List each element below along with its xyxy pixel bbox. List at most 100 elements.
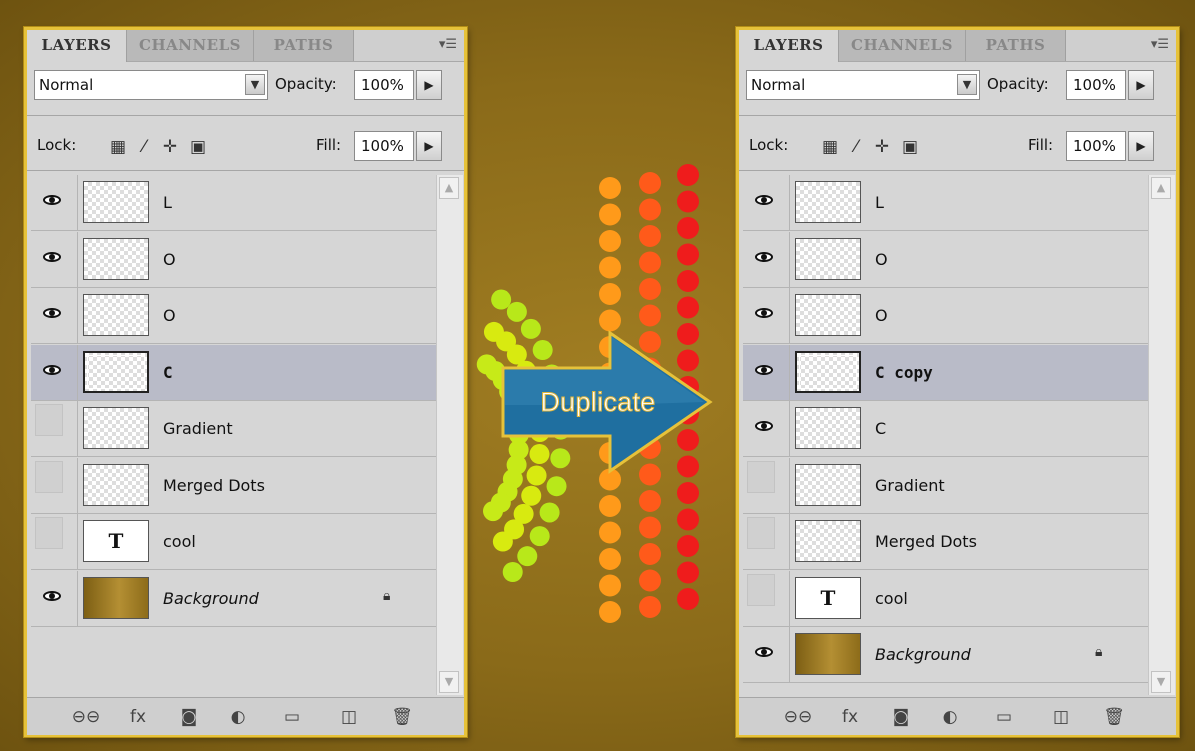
eye-icon: [755, 364, 773, 375]
layer-row[interactable]: C: [743, 401, 1149, 457]
chevron-down-icon[interactable]: ▼: [245, 74, 265, 95]
layer-row[interactable]: O: [743, 231, 1149, 288]
tab-layers[interactable]: LAYERS: [739, 30, 839, 62]
decor-dot: [521, 485, 542, 506]
opacity-field[interactable]: 100%: [354, 70, 414, 100]
layers-panel-before: LAYERS CHANNELS PATHS ▾☰ Normal ▼ Opacity: 10…: [24, 27, 467, 737]
fill-slider-button[interactable]: ▶: [416, 131, 442, 161]
layer-style-icon[interactable]: fx: [835, 706, 865, 728]
visibility-toggle[interactable]: [749, 355, 779, 385]
visibility-toggle-empty[interactable]: [747, 573, 775, 606]
layer-row[interactable]: L: [743, 175, 1149, 231]
visibility-toggle[interactable]: [749, 637, 779, 667]
lock-icon: 🔒︎: [383, 587, 391, 604]
layer-mask-icon[interactable]: ◙: [886, 706, 916, 728]
visibility-toggle[interactable]: [37, 242, 67, 272]
layer-row[interactable]: Background 🔒︎: [31, 570, 437, 627]
new-group-icon[interactable]: ▭: [989, 706, 1019, 728]
layer-mask-icon[interactable]: ◙: [174, 706, 204, 728]
link-layers-icon[interactable]: ⊖⊖: [71, 706, 101, 728]
lock-image-pixels-icon[interactable]: ⁄: [133, 136, 155, 158]
layer-row[interactable]: O: [743, 288, 1149, 344]
opacity-slider-button[interactable]: ▶: [416, 70, 442, 100]
adjustment-layer-icon[interactable]: ◐: [223, 706, 253, 728]
chevron-down-icon[interactable]: ▼: [957, 74, 977, 95]
blend-mode-select[interactable]: Normal ▼: [746, 70, 980, 100]
lock-transparent-pixels-icon[interactable]: ▦: [819, 136, 841, 158]
adjustment-layer-icon[interactable]: ◐: [935, 706, 965, 728]
new-layer-icon[interactable]: ◫: [1046, 706, 1076, 728]
visibility-toggle[interactable]: [749, 242, 779, 272]
layer-name: O: [875, 249, 888, 269]
layer-row[interactable]: C copy: [743, 344, 1149, 401]
visibility-toggle[interactable]: [37, 355, 67, 385]
layer-row[interactable]: Merged Dots: [31, 457, 437, 514]
layer-list-scrollbar[interactable]: ▲ ▼: [1148, 175, 1175, 695]
lock-all-icon[interactable]: ▣: [187, 136, 209, 158]
lock-all-icon[interactable]: ▣: [899, 136, 921, 158]
panel-menu-icon[interactable]: ▾☰: [438, 37, 458, 53]
layer-row[interactable]: Tcool: [31, 514, 437, 570]
new-group-icon[interactable]: ▭: [277, 706, 307, 728]
layer-row[interactable]: L: [31, 175, 437, 231]
tab-layers[interactable]: LAYERS: [27, 30, 127, 62]
delete-layer-icon[interactable]: 🗑: [387, 706, 417, 728]
visibility-toggle[interactable]: [37, 298, 67, 328]
lock-image-pixels-icon[interactable]: ⁄: [845, 136, 867, 158]
opacity-slider-button[interactable]: ▶: [1128, 70, 1154, 100]
scroll-down-icon[interactable]: ▼: [1151, 671, 1171, 693]
visibility-toggle-empty[interactable]: [747, 460, 775, 493]
decor-dot: [677, 190, 699, 213]
link-layers-icon[interactable]: ⊖⊖: [783, 706, 813, 728]
visibility-toggle-empty[interactable]: [747, 517, 775, 549]
visibility-toggle[interactable]: [37, 581, 67, 611]
lock-transparent-pixels-icon[interactable]: ▦: [107, 136, 129, 158]
tab-channels[interactable]: CHANNELS: [127, 30, 254, 61]
layer-thumbnail: [83, 237, 149, 280]
layer-row[interactable]: C: [31, 344, 437, 401]
fill-field[interactable]: 100%: [354, 131, 414, 161]
visibility-toggle[interactable]: [749, 185, 779, 215]
fill-field[interactable]: 100%: [1066, 131, 1126, 161]
fill-slider-button[interactable]: ▶: [1128, 131, 1154, 161]
layer-style-icon[interactable]: fx: [123, 706, 153, 728]
visibility-toggle[interactable]: [749, 411, 779, 441]
layer-row[interactable]: Gradient: [743, 457, 1149, 514]
lock-position-icon[interactable]: ✛: [159, 136, 181, 158]
tab-paths[interactable]: PATHS: [966, 30, 1066, 61]
scroll-up-icon[interactable]: ▲: [1151, 177, 1171, 199]
blend-mode-select[interactable]: Normal ▼: [34, 70, 268, 100]
divider: [789, 344, 790, 400]
tab-paths[interactable]: PATHS: [254, 30, 354, 61]
scroll-up-icon[interactable]: ▲: [439, 177, 459, 199]
layer-row[interactable]: O: [31, 231, 437, 288]
visibility-toggle-empty[interactable]: [35, 404, 63, 436]
layer-row[interactable]: Background 🔒︎: [743, 627, 1149, 683]
eye-icon: [43, 251, 61, 262]
layer-name: Gradient: [875, 475, 945, 495]
visibility-toggle-empty[interactable]: [35, 460, 63, 493]
layer-thumbnail: [795, 407, 861, 449]
visibility-toggle-empty[interactable]: [35, 517, 63, 549]
layer-row[interactable]: Tcool: [743, 570, 1149, 627]
new-layer-icon[interactable]: ◫: [334, 706, 364, 728]
duplicate-callout-label: Duplicate: [540, 387, 656, 418]
tab-channels[interactable]: CHANNELS: [839, 30, 966, 61]
layer-row[interactable]: O: [31, 288, 437, 344]
visibility-toggle[interactable]: [749, 298, 779, 328]
decor-dot: [639, 251, 661, 274]
divider: [789, 457, 790, 513]
lock-position-icon[interactable]: ✛: [871, 136, 893, 158]
opacity-field[interactable]: 100%: [1066, 70, 1126, 100]
visibility-toggle[interactable]: [37, 185, 67, 215]
delete-layer-icon[interactable]: 🗑: [1099, 706, 1129, 728]
layer-list-scrollbar[interactable]: ▲ ▼: [436, 175, 463, 695]
eye-icon: [43, 195, 61, 205]
panel-menu-icon[interactable]: ▾☰: [1150, 37, 1170, 53]
layer-row[interactable]: Gradient: [31, 401, 437, 457]
fill-label: Fill:: [1028, 136, 1054, 154]
layer-row[interactable]: Merged Dots: [743, 514, 1149, 570]
panel-tabs: LAYERS CHANNELS PATHS ▾☰: [27, 30, 464, 62]
scroll-down-icon[interactable]: ▼: [439, 671, 459, 693]
opacity-label: Opacity:: [987, 75, 1049, 93]
